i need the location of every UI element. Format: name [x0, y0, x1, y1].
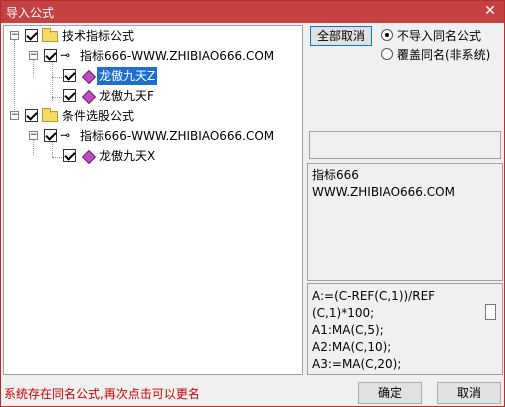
group1-checkbox[interactable]: [25, 29, 38, 42]
close-icon[interactable]: ✕: [482, 3, 498, 19]
formula-diamond-icon: [81, 89, 97, 105]
cancel-button[interactable]: 取消: [437, 382, 501, 404]
tree-node-group1-source[interactable]: − ⊸ 指标666-WWW.ZHIBIAO666.COM: [4, 47, 300, 65]
tree-item-formula[interactable]: 龙傲九天Z: [4, 67, 300, 85]
code-line: A2:MA(C,10);: [312, 340, 392, 354]
group1-source-checkbox[interactable]: [44, 49, 57, 62]
collapse-icon[interactable]: −: [10, 31, 19, 40]
scrollbar-thumb[interactable]: [485, 304, 496, 320]
no-import-label: 不导入同名公式: [397, 29, 482, 43]
formula-label-selected: 龙傲九天Z: [97, 67, 158, 85]
empty-panel: [309, 131, 501, 159]
window-title: 导入公式: [6, 6, 55, 20]
tree-item-formula[interactable]: 龙傲九天X: [4, 147, 300, 165]
group1-label: 技术指标公式: [62, 29, 135, 43]
status-message: 系统存在同名公式,再次点击可以更名: [4, 387, 200, 401]
group2-source-checkbox[interactable]: [44, 129, 57, 142]
formula-diamond-icon: [81, 69, 97, 85]
tree-item-formula[interactable]: 龙傲九天F: [4, 87, 300, 105]
tree-node-stock-selection[interactable]: − 条件选股公式: [4, 107, 300, 125]
title-bar: 导入公式 ✕: [1, 1, 504, 23]
code-line: A3:=MA(C,20);: [312, 357, 402, 371]
formula-label: 龙傲九天X: [99, 149, 156, 163]
group1-source-label: 指标666-WWW.ZHIBIAO666.COM: [80, 49, 275, 63]
formula-tree: − 技术指标公式 − ⊸ 指标666-WWW.ZHIBIAO666.COM 龙傲…: [3, 25, 303, 375]
key-icon: ⊸: [60, 48, 71, 62]
code-line: (C,1)*100;: [312, 306, 375, 320]
formula-checkbox[interactable]: [63, 149, 76, 162]
ok-button[interactable]: 确定: [358, 382, 422, 404]
formula-diamond-icon: [81, 149, 97, 165]
folder-icon: [42, 108, 58, 122]
group2-source-label: 指标666-WWW.ZHIBIAO666.COM: [80, 129, 275, 143]
tree-node-group2-source[interactable]: − ⊸ 指标666-WWW.ZHIBIAO666.COM: [4, 127, 300, 145]
info-line: WWW.ZHIBIAO666.COM: [312, 185, 455, 199]
formula-code-box[interactable]: A:=(C-REF(C,1))/REF (C,1)*100; A1:MA(C,5…: [307, 283, 503, 375]
deselect-all-button[interactable]: 全部取消: [310, 26, 372, 46]
info-line: 指标666: [312, 168, 359, 182]
overwrite-radio[interactable]: [381, 48, 393, 60]
import-formula-dialog: 导入公式 ✕ − 技术指标公式 − ⊸ 指标666-WWW.ZHIBIAO666…: [0, 0, 505, 407]
formula-checkbox[interactable]: [63, 69, 76, 82]
key-icon: ⊸: [60, 128, 71, 142]
formula-checkbox[interactable]: [63, 89, 76, 102]
collapse-icon[interactable]: −: [29, 131, 38, 140]
code-line: A:=(C-REF(C,1))/REF: [312, 289, 436, 303]
no-import-radio[interactable]: [381, 29, 393, 41]
group2-label: 条件选股公式: [62, 109, 135, 123]
formula-info-box: 指标666 WWW.ZHIBIAO666.COM: [307, 163, 503, 281]
collapse-icon[interactable]: −: [10, 111, 19, 120]
tree-node-tech-indicators[interactable]: − 技术指标公式: [4, 27, 300, 45]
folder-icon: [42, 28, 58, 42]
collapse-icon[interactable]: −: [29, 51, 38, 60]
code-line: A1:MA(C,5);: [312, 323, 384, 337]
formula-label: 龙傲九天F: [99, 89, 154, 103]
group2-checkbox[interactable]: [25, 109, 38, 122]
overwrite-label: 覆盖同名(非系统): [397, 48, 491, 62]
